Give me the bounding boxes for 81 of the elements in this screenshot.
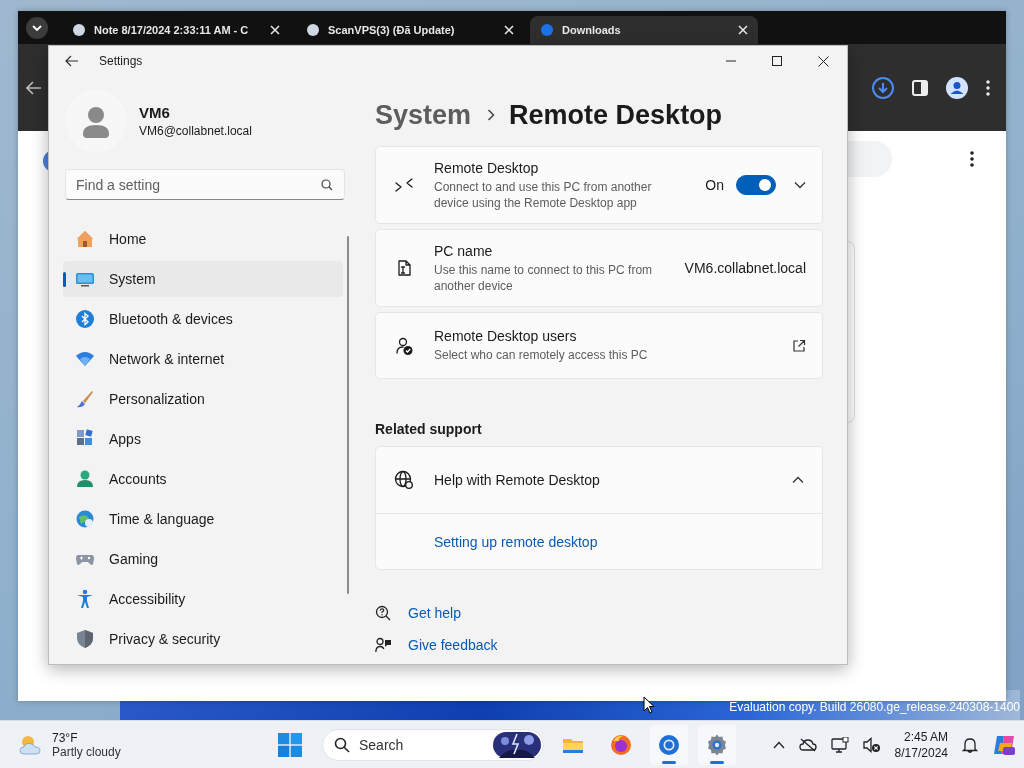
help-link[interactable]: Setting up remote desktop [434, 533, 598, 550]
watermark-text: Evaluation copy. Build 26080.ge_release.240308-1400 [729, 700, 1020, 714]
browser-icon [609, 732, 633, 757]
breadcrumb-link[interactable]: System [375, 99, 472, 131]
page-title: Remote Desktop [509, 99, 723, 131]
person-icon [75, 469, 95, 489]
back-arrow-icon[interactable] [26, 80, 42, 95]
chevron-up-icon[interactable] [772, 740, 785, 749]
browser-tab[interactable]: ScanVPS(3) (Đã Update) [296, 16, 524, 44]
nav-item[interactable]: Gaming [63, 541, 343, 577]
section-heading: Related support [375, 421, 483, 437]
setting-description: Use this name to connect to this PC from another device [434, 261, 654, 294]
browser-icon [657, 732, 681, 757]
browser-tab[interactable]: Note 8/17/2024 2:33:11 AM - C [62, 16, 290, 44]
nav-item[interactable]: Privacy & security [63, 621, 343, 657]
feedback-icon [375, 637, 391, 653]
close-icon[interactable] [818, 55, 829, 67]
bluetooth-icon [75, 309, 95, 329]
feedback-link[interactable]: Give feedback [408, 637, 498, 653]
speaker-muted-icon[interactable] [862, 736, 881, 753]
shield-icon [75, 629, 95, 649]
page-icon [306, 23, 320, 37]
nav-item[interactable]: Personalization [63, 381, 343, 417]
nav-item[interactable]: Time & language [63, 501, 343, 537]
page-icon [72, 23, 86, 37]
taskbar-app-button[interactable] [698, 724, 736, 765]
chevron-right-icon [487, 109, 496, 121]
nav-item[interactable]: Accessibility [63, 581, 343, 617]
toggle-state-text: On [705, 177, 724, 193]
pc-name-value: VM6.collabnet.local [684, 260, 806, 276]
temperature-text: 73°F [52, 730, 79, 745]
setting-search-field[interactable]: Find a setting [65, 169, 345, 200]
house-icon [75, 229, 95, 249]
page-icon [540, 23, 554, 37]
download-icon[interactable] [872, 76, 894, 99]
menu-icon[interactable] [986, 79, 990, 96]
more-options-icon[interactable] [970, 151, 974, 167]
globe-icon [394, 470, 414, 490]
help-card-header[interactable]: Help with Remote Desktop [376, 447, 822, 514]
browser-tab[interactable]: Downloads [530, 16, 758, 44]
nav-item[interactable]: Home [63, 221, 343, 257]
setting-title: PC name [434, 242, 494, 259]
selection-indicator [63, 272, 66, 287]
user-check-icon [394, 335, 414, 356]
taskbar-app-button[interactable] [650, 724, 688, 765]
monitor-icon[interactable] [830, 736, 849, 753]
paintbrush-icon [75, 389, 95, 409]
search-icon [334, 736, 350, 753]
setting-description: Select who can remotely access this PC [434, 347, 649, 363]
nav-item[interactable]: Apps [63, 421, 343, 457]
user-name: VM6 [139, 104, 171, 121]
weather-condition: Partly cloudy [52, 744, 121, 759]
globe-clock-icon [75, 509, 95, 529]
search-icon[interactable] [321, 179, 333, 191]
tab-list-button[interactable] [26, 17, 48, 39]
chevron-down-icon[interactable] [794, 181, 806, 189]
user-email: VM6@collabnet.local [139, 124, 252, 138]
bell-icon[interactable] [962, 736, 978, 753]
side-panel-icon[interactable] [912, 79, 928, 96]
cloud-off-icon[interactable] [798, 737, 817, 752]
chevron-up-icon[interactable] [792, 476, 804, 484]
help-icon [375, 605, 391, 621]
nav-item[interactable]: Network & internet [63, 341, 343, 377]
clock[interactable]: 2:45 AM 8/17/2024 [894, 728, 948, 761]
window-title: Settings [99, 54, 143, 68]
setting-title: Remote Desktop users [434, 328, 578, 344]
back-arrow-icon[interactable] [65, 55, 79, 67]
setting-description: Connect to and use this PC from another device using the Remote Desktop app [434, 178, 653, 211]
nav-item[interactable]: Bluetooth & devices [63, 301, 343, 337]
gear-icon [705, 732, 729, 757]
setting-card[interactable]: Remote Desktop Connect to and use this PC from another device using the Remote Desktop app On [375, 146, 823, 224]
setting-title: Remote Desktop [434, 159, 540, 176]
profile-icon[interactable] [946, 76, 968, 99]
maximize-icon[interactable] [772, 56, 782, 66]
start-button[interactable] [278, 732, 302, 757]
external-link-icon[interactable] [792, 338, 806, 353]
toggle-switch[interactable] [736, 175, 776, 195]
nav-item[interactable]: Accounts [63, 461, 343, 497]
nav-item[interactable]: System [63, 261, 343, 297]
help-link[interactable]: Get help [408, 605, 461, 621]
setting-card[interactable]: Remote Desktop users Select who can remotely access this PC [375, 312, 823, 379]
